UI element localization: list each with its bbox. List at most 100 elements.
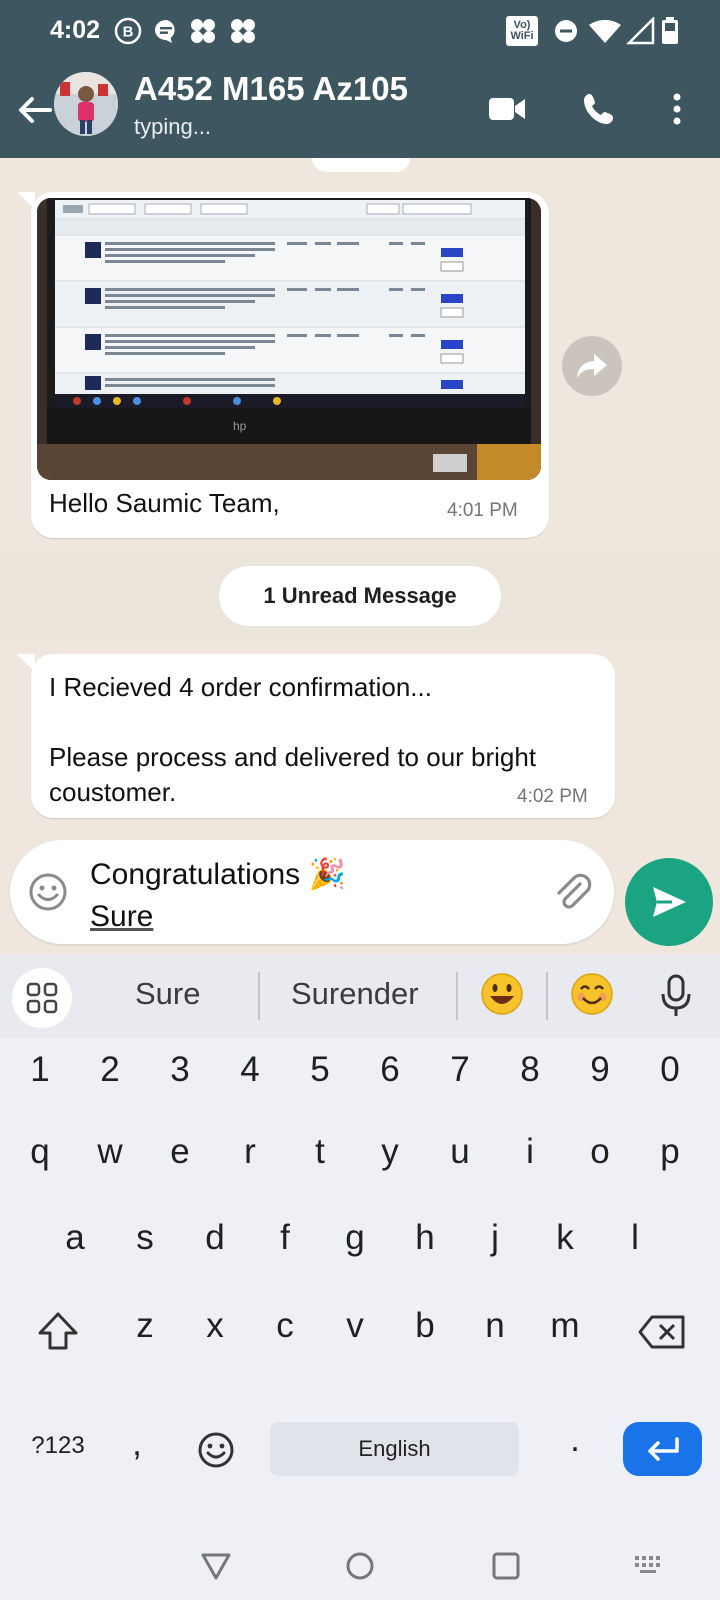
key-j[interactable]: j <box>467 1218 523 1258</box>
key-y[interactable]: y <box>362 1132 418 1172</box>
message-composer[interactable]: Congratulations 🎉 Sure <box>10 840 614 944</box>
svg-text:hp: hp <box>233 419 247 433</box>
key-x[interactable]: x <box>187 1306 243 1346</box>
key-w[interactable]: w <box>82 1132 138 1172</box>
battery-icon <box>660 16 680 46</box>
cell-signal-icon <box>626 16 656 46</box>
message-photo[interactable]: hp <box>37 198 541 480</box>
attachment-paperclip-icon[interactable] <box>550 870 594 914</box>
suggestion-2[interactable]: Surender <box>291 976 419 1012</box>
key-8[interactable]: 8 <box>502 1050 558 1090</box>
chat-bubble-icon <box>152 16 180 46</box>
nav-back-icon[interactable] <box>196 1546 236 1586</box>
forward-button[interactable] <box>562 336 622 396</box>
shift-key-icon[interactable] <box>32 1306 84 1356</box>
emoji-keyboard-icon[interactable] <box>194 1428 238 1472</box>
key-5[interactable]: 5 <box>292 1050 348 1090</box>
key-6[interactable]: 6 <box>362 1050 418 1090</box>
soft-keyboard: Sure Surender 1 2 3 4 5 6 7 8 9 0 q w e … <box>0 954 720 1600</box>
nav-recents-icon[interactable] <box>486 1546 526 1586</box>
pinwheel-icon-2 <box>228 16 258 46</box>
previous-bubble-edge <box>312 158 410 172</box>
video-call-icon[interactable] <box>482 84 532 134</box>
contact-status: typing... <box>134 114 212 139</box>
key-q[interactable]: q <box>12 1132 68 1172</box>
key-i[interactable]: i <box>502 1132 558 1172</box>
key-4[interactable]: 4 <box>222 1050 278 1090</box>
image-message-bubble[interactable]: hp Hello Saumic Team, 4:01 PM <box>17 192 549 538</box>
key-k[interactable]: k <box>537 1218 593 1258</box>
key-t[interactable]: t <box>292 1132 348 1172</box>
send-icon <box>653 887 686 917</box>
pinwheel-icon <box>188 16 218 46</box>
key-v[interactable]: v <box>327 1306 383 1346</box>
key-1[interactable]: 1 <box>12 1050 68 1090</box>
app-header: 4:02 B Vo) WiFi A452 M165 Az105 typing..… <box>0 0 720 158</box>
unread-message-pill: 1 Unread Message <box>219 566 501 626</box>
suggestion-strip: Sure Surender <box>0 954 720 1038</box>
key-f[interactable]: f <box>257 1218 313 1258</box>
key-e[interactable]: e <box>152 1132 208 1172</box>
unread-divider: 1 Unread Message <box>0 554 720 638</box>
key-a[interactable]: a <box>47 1218 103 1258</box>
grinning-emoji-suggestion[interactable] <box>480 972 526 1018</box>
nav-home-icon[interactable] <box>340 1546 380 1586</box>
suggestion-1[interactable]: Sure <box>135 976 200 1012</box>
send-button[interactable] <box>625 858 713 946</box>
status-bar: 4:02 B Vo) WiFi <box>0 0 720 62</box>
keyboard-apps-grid-icon[interactable] <box>12 968 72 1028</box>
vowifi-icon: Vo) WiFi <box>506 16 538 46</box>
space-bar[interactable]: English <box>270 1422 519 1476</box>
enter-arrow-icon <box>647 1437 679 1461</box>
key-b[interactable]: b <box>397 1306 453 1346</box>
back-arrow-icon[interactable] <box>12 88 56 132</box>
key-r[interactable]: r <box>222 1132 278 1172</box>
key-g[interactable]: g <box>327 1218 383 1258</box>
contact-avatar[interactable] <box>54 72 118 136</box>
contact-name[interactable]: A452 M165 Az105 <box>134 70 408 108</box>
key-c[interactable]: c <box>257 1306 313 1346</box>
do-not-disturb-icon <box>552 16 580 46</box>
compose-line-1: Congratulations 🎉 <box>90 858 346 891</box>
enter-key[interactable] <box>623 1422 702 1476</box>
key-s[interactable]: s <box>117 1218 173 1258</box>
key-u[interactable]: u <box>432 1132 488 1172</box>
image-caption: Hello Saumic Team, <box>49 488 280 518</box>
forward-arrow-icon <box>577 354 607 378</box>
key-h[interactable]: h <box>397 1218 453 1258</box>
wifi-icon <box>588 16 622 46</box>
chat-appbar: A452 M165 Az105 typing... <box>0 62 720 158</box>
key-n[interactable]: n <box>467 1306 523 1346</box>
microphone-icon[interactable] <box>654 972 698 1020</box>
key-0[interactable]: 0 <box>642 1050 698 1090</box>
text-message-bubble[interactable]: I Recieved 4 order confirmation... Pleas… <box>17 654 615 818</box>
comma-key[interactable]: , <box>120 1424 154 1464</box>
message-input[interactable]: Congratulations 🎉 Sure <box>90 854 346 938</box>
key-m[interactable]: m <box>537 1306 593 1346</box>
key-p[interactable]: p <box>642 1132 698 1172</box>
system-navigation-bar <box>0 1532 720 1600</box>
message-time: 4:01 PM <box>447 500 518 521</box>
key-2[interactable]: 2 <box>82 1050 138 1090</box>
key-3[interactable]: 3 <box>152 1050 208 1090</box>
compose-line-2: Sure <box>90 900 154 933</box>
chat-area[interactable]: hp Hello Saumic Team, 4:01 PM 1 Unread M… <box>0 158 720 954</box>
key-7[interactable]: 7 <box>432 1050 488 1090</box>
key-l[interactable]: l <box>607 1218 663 1258</box>
key-z[interactable]: z <box>117 1306 173 1346</box>
period-key[interactable]: . <box>558 1420 592 1460</box>
svg-text:B: B <box>123 24 134 41</box>
b-badge-icon: B <box>114 16 142 46</box>
backspace-key-icon[interactable] <box>634 1310 690 1354</box>
voice-call-icon[interactable] <box>574 84 624 134</box>
message-time: 4:02 PM <box>517 786 588 807</box>
key-o[interactable]: o <box>572 1132 628 1172</box>
key-d[interactable]: d <box>187 1218 243 1258</box>
key-9[interactable]: 9 <box>572 1050 628 1090</box>
smiling-emoji-suggestion[interactable] <box>570 972 616 1018</box>
status-time: 4:02 <box>50 16 101 44</box>
symbols-key[interactable]: ?123 <box>20 1432 96 1460</box>
more-options-icon[interactable] <box>652 84 702 134</box>
keyboard-hide-icon[interactable] <box>630 1550 670 1584</box>
emoji-icon[interactable] <box>28 872 68 912</box>
